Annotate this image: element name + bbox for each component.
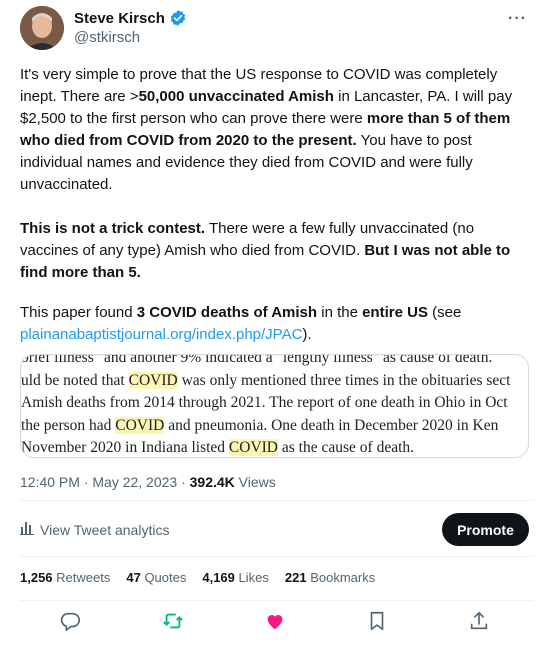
divider <box>20 600 533 601</box>
excerpt-text: Amish deaths from 2014 through 2021. The… <box>21 394 508 411</box>
author-name[interactable]: Steve Kirsch <box>74 10 165 27</box>
stat-count: 221 <box>284 570 307 585</box>
bold-text: This is not a trick contest. <box>20 220 206 237</box>
author-handle[interactable]: @stkirsch <box>74 29 140 46</box>
excerpt-text: November 2020 in Indiana listed <box>21 439 229 456</box>
highlighted-term: COVID <box>128 371 178 389</box>
divider <box>20 500 533 501</box>
tweet-meta: 12:40 PM · May 22, 2023 · 392.4K Views <box>20 474 276 490</box>
embedded-image[interactable]: brief illness" and another 9% indicated … <box>20 354 529 458</box>
stat-label: Bookmarks <box>306 570 376 585</box>
divider <box>20 556 533 557</box>
tweet-timestamp[interactable]: 12:40 PM · May 22, 2023 · <box>20 474 190 490</box>
stat-bookmarks[interactable]: 221 Bookmarks <box>285 570 375 585</box>
analytics-label: View Tweet analytics <box>40 521 170 538</box>
stat-retweets[interactable]: 1,256 Retweets <box>20 570 110 585</box>
excerpt-text: and pneumonia. One death in December 202… <box>164 416 499 434</box>
stat-label: Quotes <box>140 570 187 585</box>
stat-label: Likes <box>234 570 269 585</box>
view-analytics-link[interactable]: View Tweet analytics <box>20 521 169 538</box>
highlighted-term: COVID <box>115 416 165 434</box>
stat-quotes[interactable]: 47 Quotes <box>126 570 186 585</box>
analytics-icon <box>20 521 34 538</box>
tweet-paragraph-2: This is not a trick contest. There were … <box>20 218 533 284</box>
stat-label: Retweets <box>52 570 111 585</box>
stat-count: 1,256 <box>20 570 53 585</box>
promote-button[interactable]: Promote <box>442 513 529 546</box>
excerpt-text: was only mentioned three times in the ob… <box>177 371 511 389</box>
bold-text: 50,000 unvaccinated Amish <box>138 88 334 105</box>
verified-badge-icon <box>169 9 187 27</box>
excerpt-line: Amish deaths from 2014 through 2021. The… <box>21 392 528 415</box>
text-run: (see <box>427 304 462 321</box>
excerpt-text: brief illness" and another 9% indicated … <box>21 354 493 366</box>
text-run: in the <box>317 304 363 321</box>
excerpt-text: the person had <box>21 416 116 434</box>
views-label: Views <box>234 474 276 490</box>
stat-count: 4,169 <box>202 570 235 585</box>
views-count: 392.4K <box>189 474 235 490</box>
action-bar <box>0 610 553 638</box>
paper-link[interactable]: plainanabaptistjournal.org/index.php/JPA… <box>20 326 302 343</box>
excerpt-text: uld be noted that <box>21 371 129 389</box>
tweet-header: Steve Kirsch @stkirsch ··· <box>20 6 533 52</box>
link-suffix: ). <box>302 326 312 343</box>
share-icon[interactable] <box>468 610 492 634</box>
tweet-paragraph-3: This paper found 3 COVID deaths of Amish… <box>20 302 533 346</box>
tweet-paragraph-1: It's very simple to prove that the US re… <box>20 64 533 196</box>
retweet-icon[interactable] <box>162 610 186 634</box>
stat-likes[interactable]: 4,169 Likes <box>202 570 269 585</box>
bold-text: 3 COVID deaths of Amish <box>136 304 318 321</box>
bold-text: entire US <box>362 304 428 321</box>
avatar[interactable] <box>20 6 64 50</box>
obituary-excerpt: brief illness" and another 9% indicated … <box>21 354 528 457</box>
more-icon[interactable]: ··· <box>508 10 527 28</box>
excerpt-text: as the cause of death. <box>278 439 415 456</box>
excerpt-line: brief illness" and another 9% indicated … <box>21 354 528 370</box>
engagement-stats: 1,256 Retweets 47 Quotes 4,169 Likes 221 Bo… <box>20 570 391 585</box>
excerpt-line: November 2020 in Indiana listed COVID as… <box>21 437 528 457</box>
excerpt-line: uld be noted that COVID was only mention… <box>21 370 528 393</box>
text-run: This paper found <box>20 304 137 321</box>
like-icon[interactable] <box>264 610 288 634</box>
excerpt-line: the person had COVID and pneumonia. One … <box>21 415 528 438</box>
reply-icon[interactable] <box>59 610 83 634</box>
stat-count: 47 <box>126 570 141 585</box>
highlighted-term: COVID <box>228 439 279 456</box>
bookmark-icon[interactable] <box>366 610 390 634</box>
